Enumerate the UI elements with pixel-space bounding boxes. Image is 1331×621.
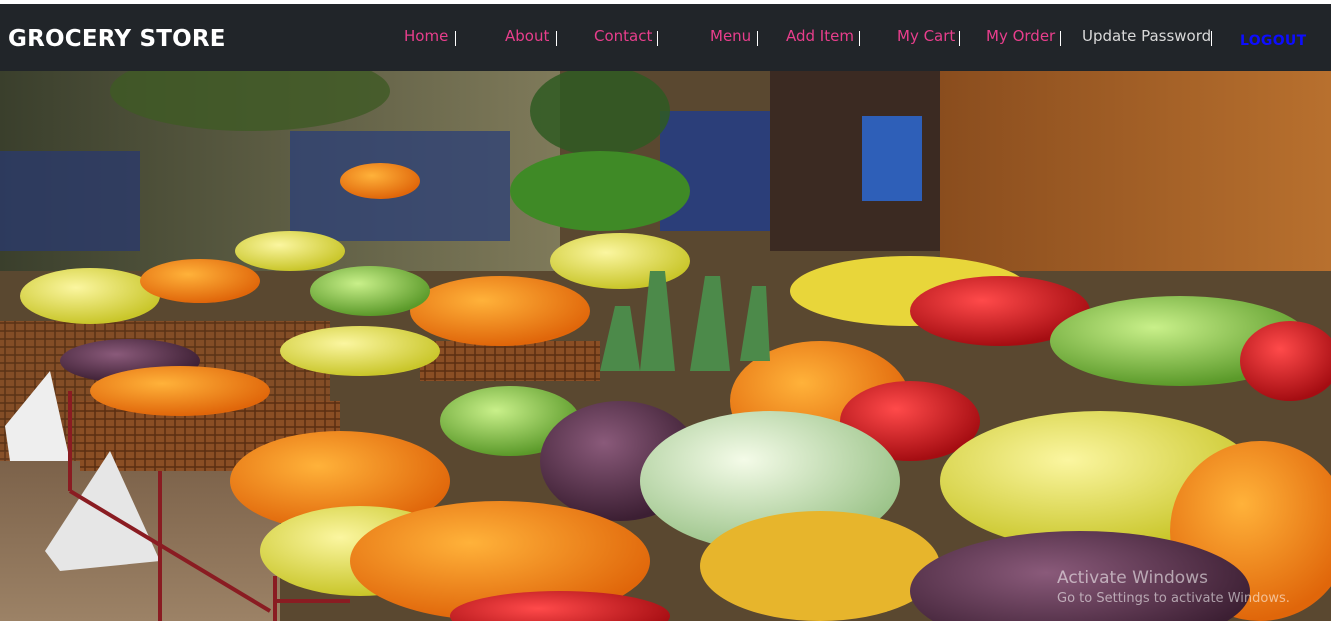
- nav-contact-link[interactable]: Contact: [594, 26, 652, 46]
- nav-separator: [455, 31, 456, 46]
- logout-button[interactable]: LOGOUT: [1240, 31, 1306, 51]
- hero-image: [0, 71, 1331, 621]
- nav-home-link[interactable]: Home: [404, 26, 448, 46]
- navbar: GROCERY STORE Home About Contact Menu Ad…: [0, 4, 1331, 71]
- nav-menu-link[interactable]: Menu: [710, 26, 751, 46]
- watermark-title: Activate Windows: [1057, 568, 1208, 588]
- nav-separator: [1060, 31, 1061, 46]
- nav-separator: [556, 31, 557, 46]
- nav-separator: [1211, 31, 1212, 46]
- nav-separator: [757, 31, 758, 46]
- nav-separator: [959, 31, 960, 46]
- nav-add-item-link[interactable]: Add Item: [786, 26, 854, 46]
- nav-separator: [859, 31, 860, 46]
- watermark-subtitle: Go to Settings to activate Windows.: [1057, 591, 1290, 606]
- nav-my-cart-link[interactable]: My Cart: [897, 26, 955, 46]
- brand-title[interactable]: GROCERY STORE: [8, 26, 226, 52]
- nav-update-password-link[interactable]: Update Password: [1082, 26, 1211, 46]
- nav-separator: [657, 31, 658, 46]
- nav-my-order-link[interactable]: My Order: [986, 26, 1055, 46]
- fruit-market-photo: [0, 71, 1331, 621]
- windows-activation-watermark: Activate Windows Go to Settings to activ…: [1057, 568, 1290, 606]
- nav-about-link[interactable]: About: [505, 26, 549, 46]
